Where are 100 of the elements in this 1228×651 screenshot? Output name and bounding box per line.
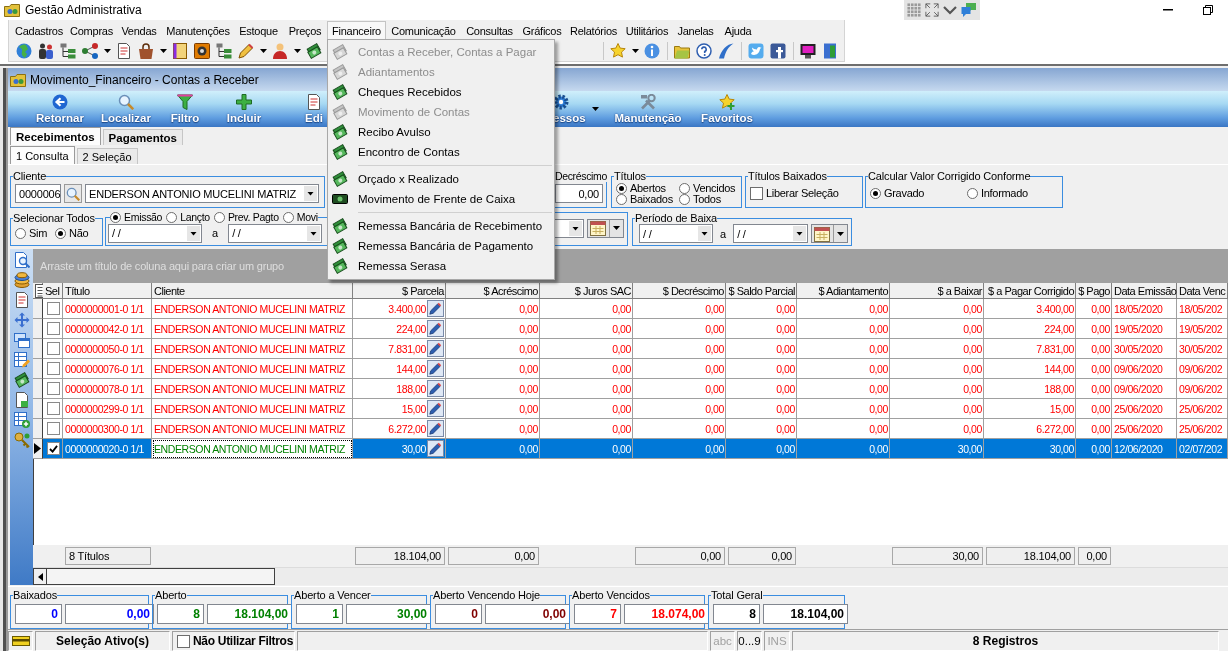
edit-button[interactable] xyxy=(427,320,444,337)
radio-button[interactable]: Sim xyxy=(15,228,55,239)
row-checkbox[interactable] xyxy=(46,402,60,415)
caret-icon[interactable] xyxy=(259,48,267,53)
code-field[interactable]: 0000006 xyxy=(15,184,61,203)
date-field[interactable]: / / xyxy=(108,223,202,243)
caret-icon[interactable] xyxy=(307,225,321,241)
column-header[interactable]: Cliente xyxy=(152,283,353,299)
column-header[interactable]: Data Emissão xyxy=(1112,283,1177,299)
caret-icon[interactable] xyxy=(187,225,200,241)
edit-button[interactable] xyxy=(427,420,444,437)
table-row[interactable]: 0000000300-0 1/1 ENDERSON ANTONIO MUCELINI MATRIZ 6.272,00 0,00 0,00 0,00 0,00 0,00 0,00 6.272,00 0,00 25/06/2020 25/06/202 xyxy=(33,419,1228,439)
radio-button[interactable]: Lançto xyxy=(166,212,210,223)
radio-button[interactable]: Informado xyxy=(967,188,1057,199)
column-header[interactable]: $ Saldo Parcial xyxy=(726,283,797,299)
caret-icon[interactable] xyxy=(793,226,807,241)
minimize-icon[interactable] xyxy=(1163,9,1173,11)
row-checkbox[interactable] xyxy=(46,342,60,355)
key-icon[interactable] xyxy=(13,432,30,448)
menu-item[interactable]: Relatórios xyxy=(566,21,621,40)
info-icon[interactable] xyxy=(644,42,660,59)
caret-icon[interactable] xyxy=(591,107,599,111)
column-header[interactable]: $ Juros SAC xyxy=(540,283,633,299)
tab[interactable]: 1 Consulta xyxy=(10,146,75,164)
scrollbar-thumb[interactable] xyxy=(47,568,275,585)
row-checkbox[interactable] xyxy=(46,422,60,435)
caret-icon[interactable] xyxy=(837,231,845,236)
radio-button[interactable]: Abertos xyxy=(616,182,679,194)
monitor-icon[interactable] xyxy=(800,42,816,59)
money-icon[interactable] xyxy=(306,42,322,59)
menu-entry[interactable]: Remessa Bancária de Pagamento xyxy=(328,236,554,256)
row-checkbox[interactable] xyxy=(46,362,60,375)
globe-icon[interactable] xyxy=(16,42,32,59)
menu-item[interactable]: Comunicação xyxy=(386,21,461,40)
coins-icon[interactable] xyxy=(13,272,30,288)
network-icon[interactable] xyxy=(82,42,98,59)
search-button[interactable] xyxy=(64,184,82,203)
star-icon[interactable] xyxy=(610,42,626,59)
edit-button[interactable] xyxy=(427,340,444,357)
menu-item[interactable]: Compras xyxy=(67,21,116,40)
client-dropdown[interactable]: ENDERSON ANTONIO MUCELINI MATRIZ xyxy=(85,184,319,203)
radio-button[interactable]: Não xyxy=(55,228,99,239)
column-header[interactable]: $ Pago xyxy=(1076,283,1112,299)
chat-icon[interactable] xyxy=(961,2,977,18)
date-field[interactable] xyxy=(554,218,584,238)
chevron-icon[interactable] xyxy=(943,5,957,15)
scroll-left-button[interactable] xyxy=(33,568,47,585)
menu-entry[interactable]: Encontro de Contas xyxy=(328,142,554,162)
edit-button[interactable] xyxy=(427,300,444,317)
money-icon[interactable] xyxy=(13,372,30,388)
row-checkbox[interactable] xyxy=(46,322,60,335)
caret-icon[interactable] xyxy=(304,186,317,201)
menu-entry[interactable]: Remessa Serasa xyxy=(328,256,554,276)
menu-entry[interactable]: Orçado x Realizado xyxy=(328,169,554,189)
menu-item[interactable]: Gráficos xyxy=(518,21,566,40)
tab[interactable]: 2 Seleção xyxy=(76,148,138,164)
menu-item[interactable]: Vendas xyxy=(116,21,162,40)
radio-button[interactable]: Gravado xyxy=(870,188,967,199)
table-row[interactable]: 0000000078-0 1/1 ENDERSON ANTONIO MUCELINI MATRIZ 188,00 0,00 0,00 0,00 0,00 0,00 0,00 188,00 0,00 09/06/2020 09/06/202 xyxy=(33,379,1228,399)
table-row[interactable]: 0000000020-0 1/1 ENDERSON ANTONIO MUCELINI MATRIZ 30,00 0,00 0,00 0,00 0,00 0,00 30,00 30,00 0,00 12/06/2020 02/07/202 xyxy=(33,439,1228,459)
document-icon[interactable] xyxy=(13,392,30,408)
radio-button[interactable]: Vencidos xyxy=(679,182,736,194)
swoosh-icon[interactable] xyxy=(718,42,734,59)
menu-entry[interactable]: Movimento de Frente de Caixa xyxy=(328,189,554,209)
table-row[interactable]: 0000000299-0 1/1 ENDERSON ANTONIO MUCELINI MATRIZ 15,00 0,00 0,00 0,00 0,00 0,00 0,00 15,00 0,00 25/06/2020 25/06/202 xyxy=(33,399,1228,419)
row-checkbox[interactable] xyxy=(46,442,60,455)
date-field[interactable]: / / xyxy=(639,224,713,243)
caret-icon[interactable] xyxy=(159,48,167,53)
horizontal-scrollbar[interactable] xyxy=(33,567,1228,585)
expand-icon[interactable] xyxy=(925,3,939,17)
row-checkbox[interactable] xyxy=(46,302,60,315)
tab[interactable]: Pagamentos xyxy=(102,129,183,145)
safe-icon[interactable] xyxy=(194,42,210,59)
edit-button[interactable] xyxy=(427,440,444,457)
help-icon[interactable] xyxy=(696,42,712,59)
menu-item[interactable]: Manutenções xyxy=(162,21,234,40)
column-header[interactable]: $ a Pagar Corrigido xyxy=(984,283,1076,299)
caret-icon[interactable] xyxy=(103,48,111,53)
menu-item[interactable]: Utilitários xyxy=(621,21,673,40)
menu-item[interactable]: Janelas xyxy=(673,21,718,40)
menu-entry[interactable]: Cheques Recebidos xyxy=(328,82,554,102)
edit-button[interactable] xyxy=(427,380,444,397)
tree-icon[interactable] xyxy=(60,42,76,59)
menu-entry[interactable]: Remessa Bancária de Recebimento xyxy=(328,216,554,236)
pencil-icon[interactable] xyxy=(238,42,254,59)
column-header[interactable]: $ Acréscimo xyxy=(446,283,540,299)
door-icon[interactable] xyxy=(822,42,838,59)
edit-button[interactable] xyxy=(427,360,444,377)
menu-item[interactable]: Cadastros xyxy=(11,21,67,40)
checkbox[interactable]: Liberar Seleção xyxy=(750,187,839,200)
calendar-button[interactable] xyxy=(811,224,849,243)
menu-item[interactable]: Preços xyxy=(283,21,327,40)
radio-button[interactable]: Todos xyxy=(679,193,736,205)
restore-icon[interactable] xyxy=(1203,5,1213,15)
menu-item[interactable]: Consultas xyxy=(461,21,518,40)
document-icon[interactable] xyxy=(13,292,30,308)
windows-icon[interactable] xyxy=(13,332,30,348)
table-row[interactable]: 0000000042-0 1/1 ENDERSON ANTONIO MUCELINI MATRIZ 224,00 0,00 0,00 0,00 0,00 0,00 0,00 224,00 0,00 19/05/2020 19/05/202 xyxy=(33,319,1228,339)
table-row[interactable]: 0000000076-0 1/1 ENDERSON ANTONIO MUCELINI MATRIZ 144,00 0,00 0,00 0,00 0,00 0,00 0,00 144,00 0,00 09/06/2020 09/06/202 xyxy=(33,359,1228,379)
date-field[interactable]: / / xyxy=(228,223,323,243)
